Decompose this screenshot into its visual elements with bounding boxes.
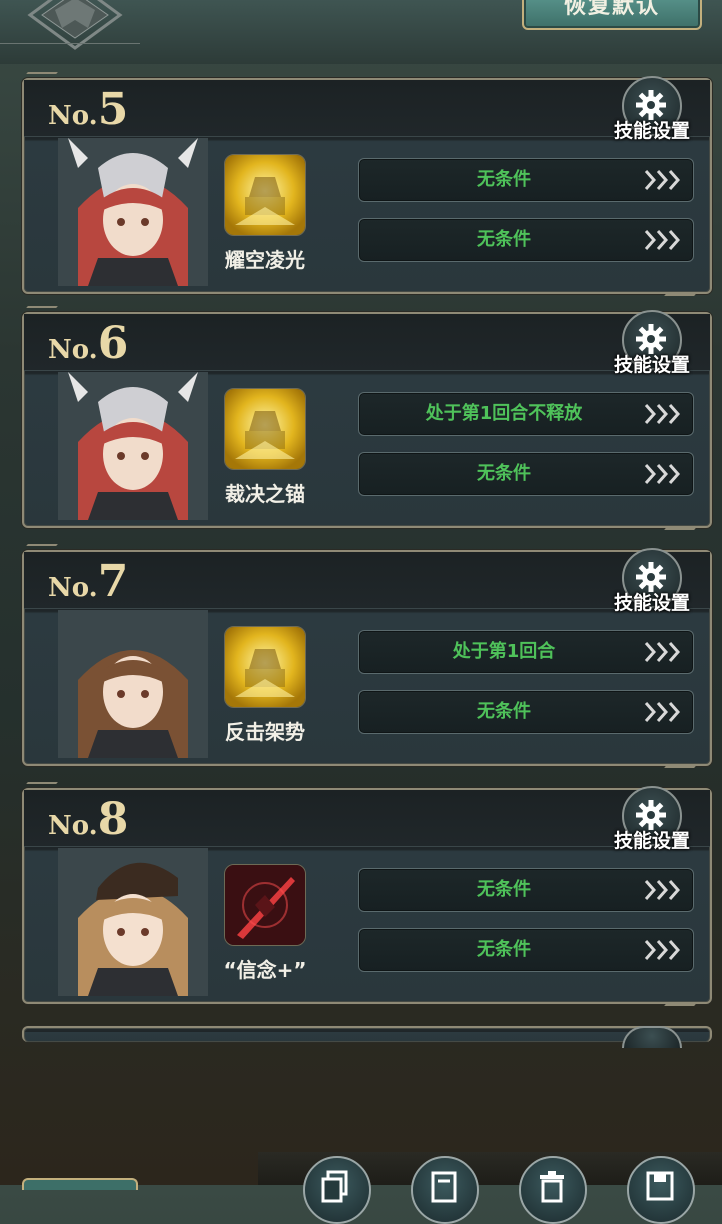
condition-selector[interactable]: 处于第1回合: [358, 630, 694, 674]
card-corner-ornament: [664, 754, 706, 768]
triple-chevron-icon: [644, 940, 681, 960]
slot-number: No.8: [48, 794, 129, 845]
triple-chevron-icon: [644, 170, 681, 190]
skill-name: 裁决之锚: [225, 482, 305, 506]
slot-number: No.7: [48, 556, 129, 607]
condition-selector[interactable]: 处于第1回合不释放: [358, 392, 694, 436]
triple-chevron-icon: [644, 230, 681, 250]
divider: [0, 43, 140, 44]
skill-slot-card-partial: [22, 1026, 712, 1048]
condition-text: 无条件: [477, 169, 531, 190]
bottom-left-tab[interactable]: [22, 1178, 138, 1190]
character-portrait[interactable]: [58, 848, 208, 996]
skill-settings-label[interactable]: 技能设置: [608, 350, 696, 377]
skill-icon[interactable]: [224, 864, 306, 946]
condition-text: 无条件: [477, 939, 531, 960]
condition-selector[interactable]: 无条件: [358, 928, 694, 972]
triple-chevron-icon: [644, 642, 681, 662]
skill-icon[interactable]: [224, 154, 306, 236]
triple-chevron-icon: [644, 880, 681, 900]
card-corner-ornament: [664, 282, 706, 296]
condition-text: 无条件: [477, 463, 531, 484]
slot-number: No.6: [48, 318, 129, 369]
skill-slot-card: No.7 技能设置 反击架势 处于第1回合 无条件: [16, 544, 712, 768]
load-button[interactable]: [411, 1156, 479, 1224]
skill-settings-label[interactable]: 技能设置: [608, 116, 696, 143]
condition-text: 无条件: [477, 879, 531, 900]
card-corner-ornament: [664, 992, 706, 1006]
skill-slot-card: No.6 技能设置 裁决之锚 处于第1回合不释放 无条件: [16, 306, 712, 530]
copy-button[interactable]: [303, 1156, 371, 1224]
save-icon: [646, 1171, 674, 1201]
skill-settings-button[interactable]: [622, 1026, 682, 1048]
document-icon: [431, 1171, 457, 1203]
condition-selector[interactable]: 无条件: [358, 158, 694, 202]
condition-text: 处于第1回合不释放: [425, 403, 583, 424]
skill-name: 耀空凌光: [225, 248, 305, 272]
delete-button[interactable]: [519, 1156, 587, 1224]
condition-selector[interactable]: 无条件: [358, 868, 694, 912]
character-portrait[interactable]: [58, 372, 208, 520]
skill-slot-card: No.5 技能设置 耀空凌光 无条件 无条件: [16, 72, 712, 296]
copy-icon: [321, 1170, 348, 1203]
top-bar: 恢复默认: [0, 0, 722, 64]
condition-selector[interactable]: 无条件: [358, 218, 694, 262]
triple-chevron-icon: [644, 702, 681, 722]
triple-chevron-icon: [644, 404, 681, 424]
character-portrait[interactable]: [58, 138, 208, 286]
skill-icon[interactable]: [224, 626, 306, 708]
skill-slot-card: No.8 技能设置 “信念+” 无条件 无条件: [16, 782, 712, 1006]
condition-selector[interactable]: 无条件: [358, 452, 694, 496]
skill-settings-label[interactable]: 技能设置: [608, 826, 696, 853]
save-button[interactable]: [627, 1156, 695, 1224]
skill-name: 反击架势: [225, 720, 305, 744]
restore-default-button[interactable]: 恢复默认: [522, 0, 702, 30]
character-portrait[interactable]: [58, 610, 208, 758]
triple-chevron-icon: [644, 464, 681, 484]
skill-name: “信念+”: [223, 958, 307, 982]
trash-icon: [540, 1171, 564, 1203]
skill-settings-label[interactable]: 技能设置: [608, 588, 696, 615]
condition-selector[interactable]: 无条件: [358, 690, 694, 734]
condition-text: 无条件: [477, 229, 531, 250]
condition-text: 处于第1回合: [452, 641, 556, 662]
condition-text: 无条件: [477, 701, 531, 722]
slot-number: No.5: [48, 84, 129, 135]
skill-icon[interactable]: [224, 388, 306, 470]
card-corner-ornament: [664, 516, 706, 530]
